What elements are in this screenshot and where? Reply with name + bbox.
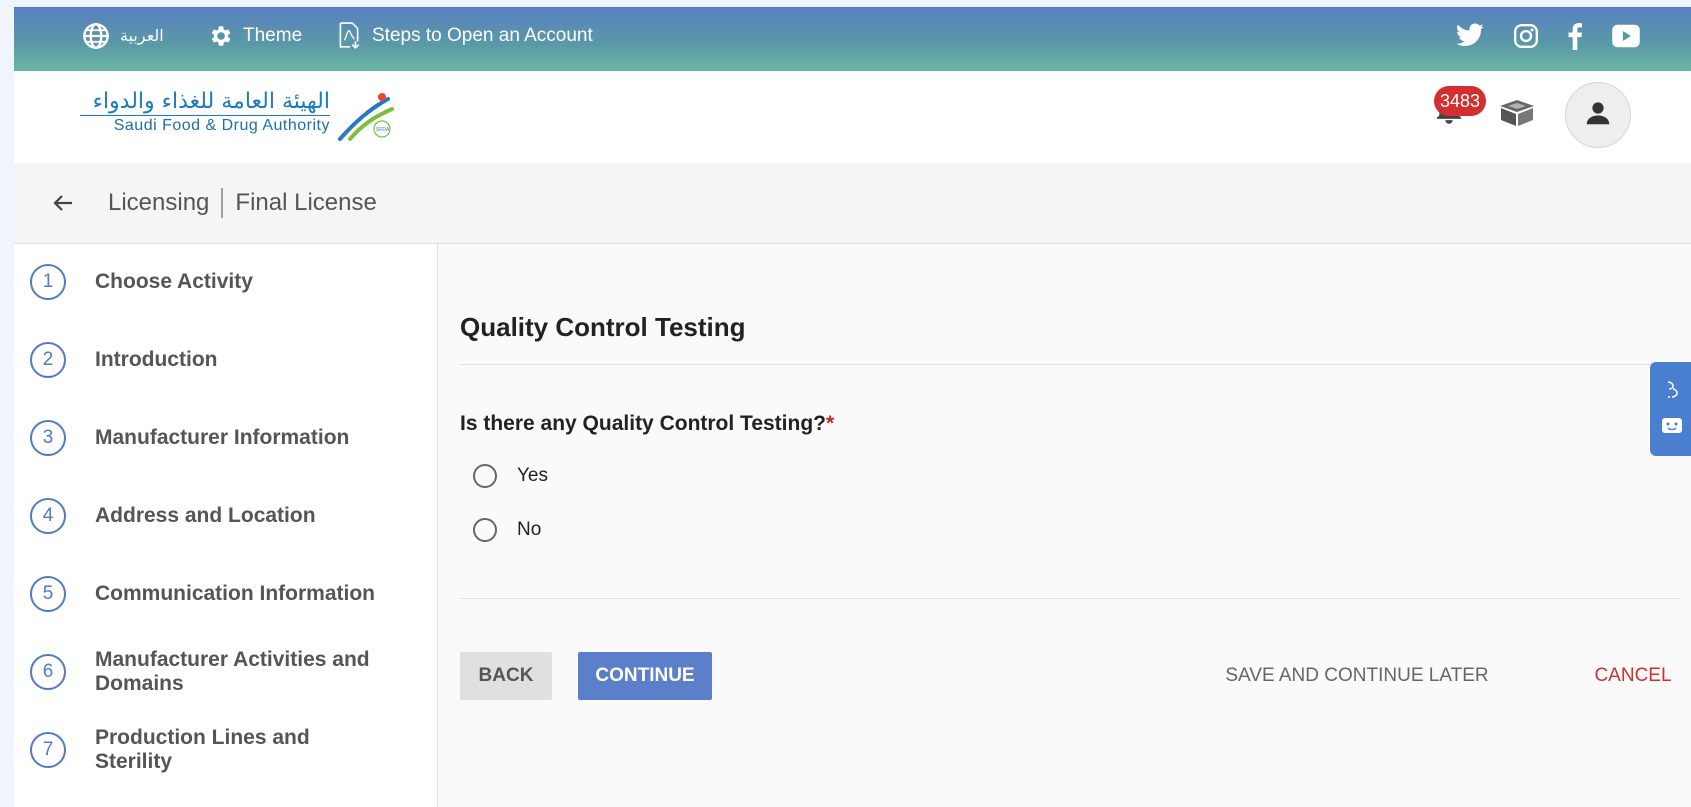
step-item[interactable]: 4 Address and Location: [30, 486, 375, 546]
gear-icon: [207, 23, 233, 49]
theme-label: Theme: [243, 24, 303, 46]
step-number: 1: [30, 264, 66, 300]
breadcrumb-section[interactable]: Licensing: [108, 189, 209, 217]
step-label: Address and Location: [95, 504, 316, 527]
radio-label: Yes: [517, 465, 548, 486]
header: الهيئة العامة للغذاء والدواء Saudi Food …: [14, 71, 1691, 163]
save-and-continue-later-button[interactable]: SAVE AND CONTINUE LATER: [1222, 652, 1492, 700]
social-links: [1455, 7, 1641, 64]
sfda-logo[interactable]: الهيئة العامة للغذاء والدواء Saudi Food …: [80, 89, 405, 141]
user-avatar[interactable]: [1565, 82, 1631, 148]
divider: [460, 364, 1680, 365]
continue-button[interactable]: CONTINUE: [578, 652, 712, 700]
step-number: 4: [30, 498, 66, 534]
main-content: Quality Control Testing Is there any Qua…: [438, 244, 1691, 807]
step-number: 2: [30, 342, 66, 378]
step-label: Manufacturer Activities and Domains: [95, 648, 370, 695]
question-text: Is there any Quality Control Testing?: [460, 412, 826, 435]
language-switch[interactable]: العربية: [82, 7, 164, 64]
chatbot-icon: [1661, 416, 1683, 439]
step-label: Manufacturer Information: [95, 426, 350, 449]
instagram-icon[interactable]: [1513, 23, 1539, 49]
app-window: العربية Theme Steps to Open an Account ا…: [14, 7, 1691, 807]
step-label: Communication Information: [95, 582, 375, 605]
radio-option-yes[interactable]: Yes: [473, 464, 548, 488]
step-label: Introduction: [95, 348, 218, 371]
facebook-icon[interactable]: [1567, 22, 1583, 50]
question-label: Is there any Quality Control Testing?*: [460, 412, 834, 436]
step-number: 3: [30, 420, 66, 456]
back-arrow-icon[interactable]: [50, 191, 76, 220]
logo-english-text: Saudi Food & Drug Authority: [80, 115, 330, 136]
step-number: 7: [30, 732, 66, 768]
section-title: Quality Control Testing: [460, 312, 746, 342]
twitter-icon[interactable]: [1455, 22, 1485, 49]
breadcrumb: Licensing Final License: [108, 163, 377, 243]
notification-count-badge: 3483: [1434, 86, 1486, 116]
steps-label: Steps to Open an Account: [372, 24, 593, 46]
package-icon[interactable]: [1498, 99, 1536, 132]
top-bar: العربية Theme Steps to Open an Account: [14, 7, 1691, 71]
logo-arabic-text: الهيئة العامة للغذاء والدواء: [92, 89, 330, 114]
step-item[interactable]: 5 Communication Information: [30, 564, 375, 624]
step-number: 5: [30, 576, 66, 612]
step-item[interactable]: 7 Production Lines and Sterility: [30, 720, 375, 780]
step-item[interactable]: 2 Introduction: [30, 330, 375, 390]
cancel-button[interactable]: CANCEL: [1586, 652, 1680, 700]
step-number: 6: [30, 654, 66, 690]
step-item[interactable]: 6 Manufacturer Activities and Domains: [30, 642, 375, 702]
back-button[interactable]: BACK: [460, 652, 552, 700]
radio-button[interactable]: [473, 518, 497, 542]
person-icon: [1583, 98, 1613, 133]
steps-to-open-account-link[interactable]: Steps to Open an Account: [336, 7, 593, 64]
radio-label: No: [517, 519, 542, 540]
required-asterisk: *: [826, 412, 835, 435]
step-item[interactable]: 1 Choose Activity: [30, 252, 375, 312]
logo-mark-text: SFDA: [376, 127, 390, 133]
globe-icon: [82, 22, 110, 50]
arabic-script-icon: [1663, 379, 1681, 406]
language-label: العربية: [120, 26, 164, 45]
pdf-download-icon: [336, 21, 362, 50]
youtube-icon[interactable]: [1611, 23, 1641, 49]
chat-widget[interactable]: [1650, 362, 1691, 456]
radio-option-no[interactable]: No: [473, 518, 541, 542]
divider: [460, 598, 1680, 599]
theme-button[interactable]: Theme: [207, 7, 302, 64]
sfda-logo-mark: SFDA: [338, 93, 394, 141]
step-label: Choose Activity: [95, 270, 253, 293]
steps-sidebar: 1 Choose Activity 2 Introduction 3 Manuf…: [14, 244, 438, 807]
breadcrumb-page: Final License: [235, 189, 377, 216]
radio-button[interactable]: [473, 464, 497, 488]
breadcrumb-divider: [221, 188, 224, 218]
step-label: Production Lines and Sterility: [95, 726, 310, 773]
step-item[interactable]: 3 Manufacturer Information: [30, 408, 375, 468]
title-bar: Licensing Final License: [14, 163, 1691, 244]
